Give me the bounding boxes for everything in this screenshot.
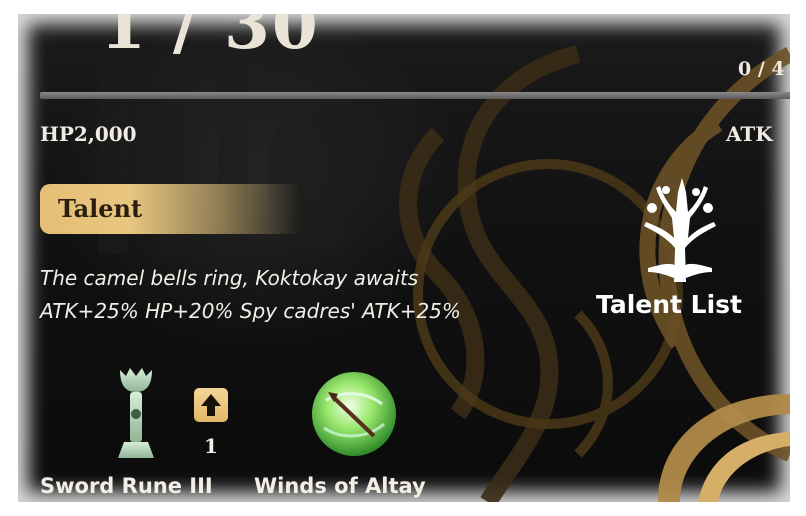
winds-of-altay-label: Winds of Altay — [254, 474, 426, 498]
hp-stat: HP2,000 — [40, 122, 137, 146]
page-counter: 1 / 30 — [100, 14, 320, 64]
slot-counter: 0 / 4 — [738, 58, 785, 80]
talent-list-label: Talent List — [596, 290, 743, 319]
talent-description-line-2: ATK+25% HP+20% Spy cadres' ATK+25% — [40, 299, 461, 323]
winds-orb-icon — [312, 372, 396, 456]
atk-stat: ATK — [726, 122, 773, 146]
sword-rune-icon — [118, 368, 154, 458]
talent-header-label: Talent — [58, 194, 143, 223]
divider — [40, 92, 790, 99]
arrow-up-icon — [201, 394, 221, 416]
talent-description: The camel bells ring, Koktokay awaits AT… — [40, 262, 461, 328]
talent-panel: 1 / 30 0 / 4 HP2,000 ATK Talent The came… — [18, 14, 790, 502]
sword-rune-label: Sword Rune III — [40, 474, 213, 498]
sword-rune-item[interactable] — [106, 366, 166, 462]
talent-list-button[interactable]: Talent List — [588, 178, 772, 338]
tree-icon — [644, 178, 716, 282]
rune-level: 1 — [204, 434, 218, 458]
upgrade-button[interactable] — [194, 388, 228, 422]
winds-of-altay-item[interactable] — [310, 370, 398, 458]
talent-description-line-1: The camel bells ring, Koktokay awaits — [40, 266, 419, 290]
talent-header: Talent — [40, 184, 300, 234]
